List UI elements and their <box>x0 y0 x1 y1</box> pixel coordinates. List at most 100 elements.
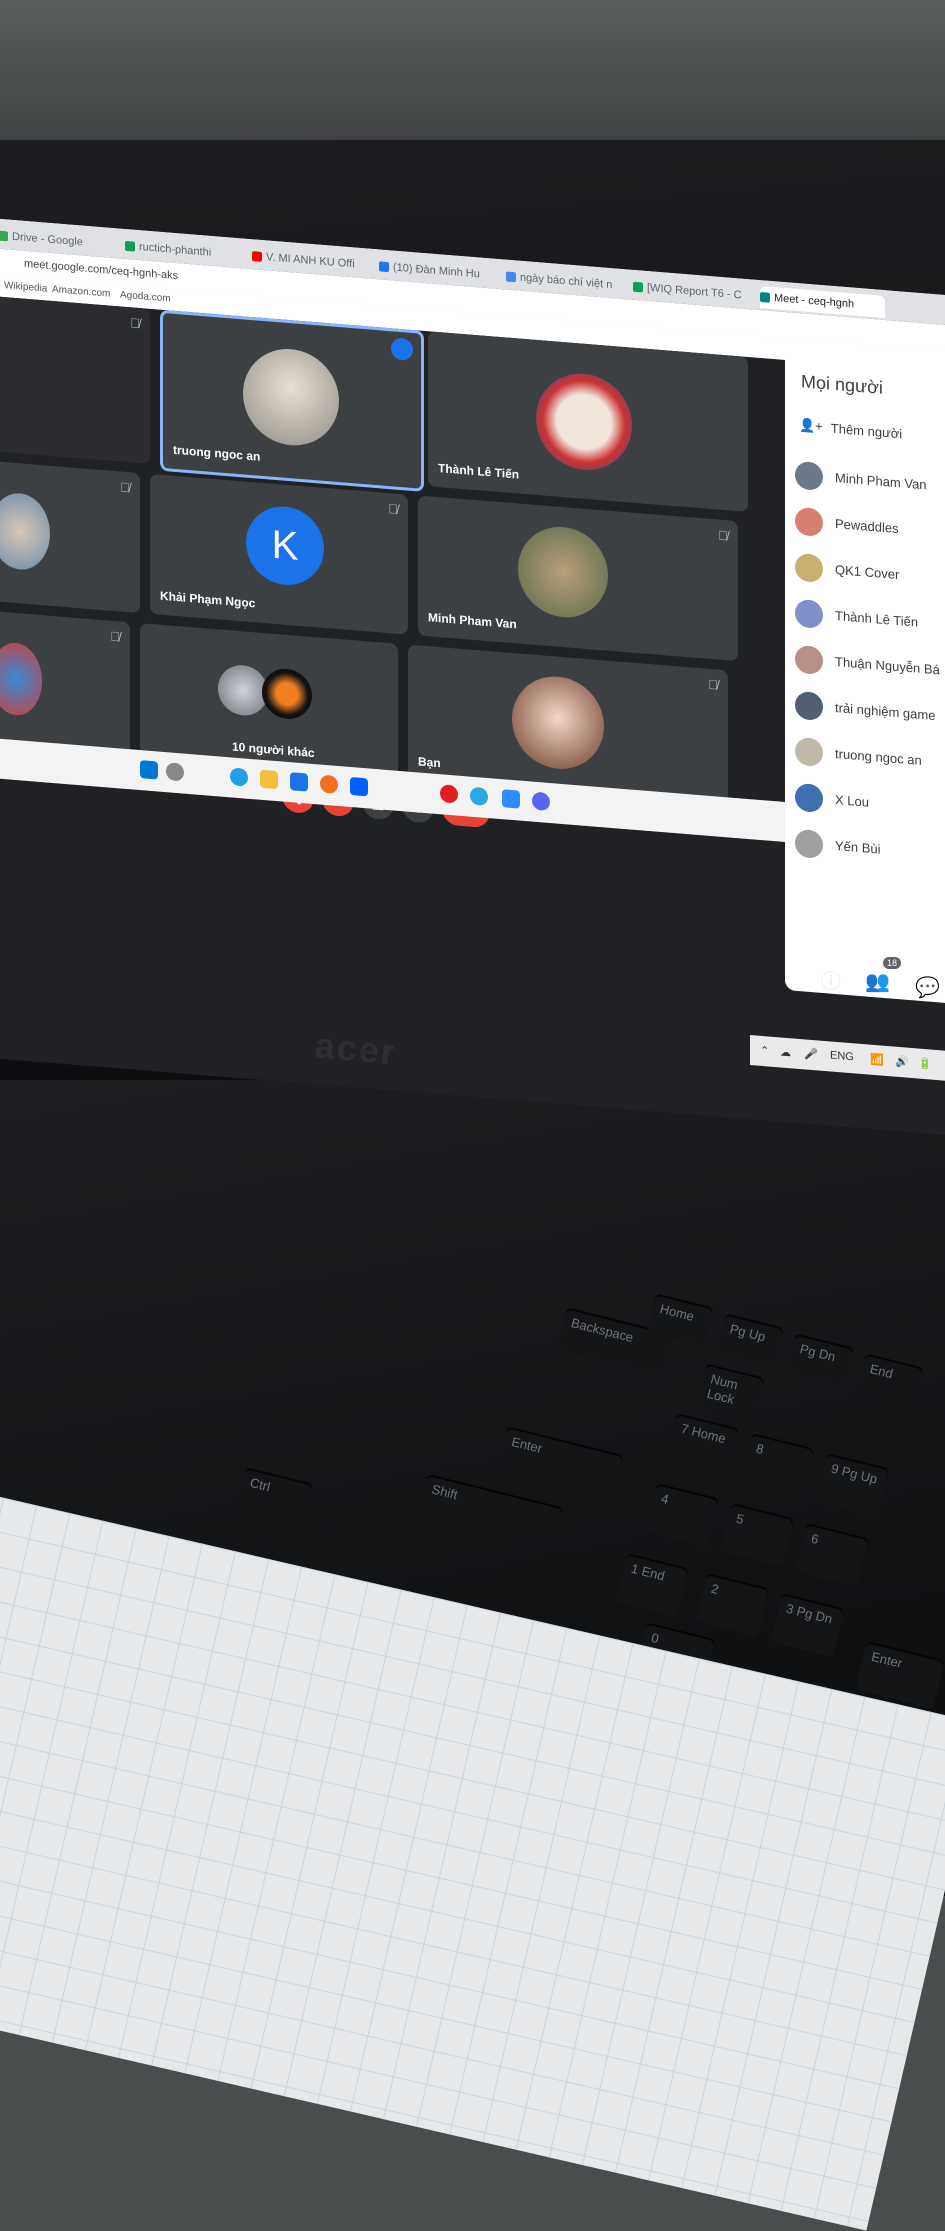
participant-avatar <box>243 345 339 450</box>
participant-avatar <box>795 598 823 630</box>
key-label: 3 Pg Dn <box>784 1600 834 1627</box>
participant-tile[interactable]: Thành Lê Tiến <box>428 331 748 512</box>
key-label: 1 End <box>629 1560 667 1584</box>
tab-label: Meet - ceq-hgnh <box>774 292 855 311</box>
zoom-icon[interactable] <box>502 789 520 809</box>
wifi-icon[interactable]: 📶 <box>870 1053 884 1067</box>
volume-icon[interactable]: 🔊 <box>895 1055 909 1069</box>
people-panel-title: Mọi người <box>801 371 883 398</box>
participant-list-item[interactable]: Yến Bùi 🎙̸ <box>785 824 945 874</box>
participant-tile[interactable]: 🎙̸ K Khải Phạm Ngọc <box>150 473 408 635</box>
participant-name: Khải Phạm Ngọc <box>160 588 256 611</box>
language-indicator[interactable]: ENG <box>830 1049 854 1063</box>
key-label: Enter <box>869 1648 904 1671</box>
participant-avatar <box>262 666 312 721</box>
people-count-badge: 18 <box>883 957 902 969</box>
mic-off-icon: 🎙̸ <box>388 501 398 517</box>
key-label: End <box>868 1361 895 1382</box>
tab-label: Drive - Google <box>12 230 83 249</box>
participant-list-item[interactable]: Thuận Nguyễn Bá 🎙̸ <box>785 640 945 690</box>
bookmark-item[interactable]: Agoda.com <box>120 289 171 304</box>
mic-off-icon: 🎙̸ <box>718 527 728 544</box>
discord-icon[interactable] <box>532 791 550 812</box>
tab-label: ngày báo chí việt n <box>520 271 613 292</box>
participant-name: Thành Lê Tiến <box>438 461 520 482</box>
participant-name: Yến Bùi <box>835 838 881 857</box>
participant-name: Minh Pham Van <box>428 610 517 632</box>
tab-label: (10) Đàn Minh Hu <box>393 261 480 281</box>
tab-favicon <box>379 261 389 273</box>
chevron-up-icon[interactable]: ⌃ <box>760 1044 769 1058</box>
search-icon[interactable] <box>166 762 184 782</box>
messenger-icon[interactable] <box>470 786 488 807</box>
tab-favicon <box>760 291 770 303</box>
key-label: 7 Home <box>679 1420 728 1447</box>
participant-name: truong ngoc an <box>835 746 922 769</box>
participant-list-item[interactable]: trải nghiệm game 🎙̸ <box>785 686 945 736</box>
add-person-icon: 👤+ <box>799 417 823 435</box>
key-label: Shift <box>430 1481 460 1503</box>
file-explorer-icon[interactable] <box>260 769 278 790</box>
key-label: 5 <box>734 1510 746 1528</box>
participant-avatar <box>795 736 823 768</box>
tab-favicon <box>125 240 135 252</box>
speaking-indicator-icon <box>391 337 413 362</box>
participant-list-item[interactable]: Thành Lê Tiến <box>785 594 945 644</box>
tab-favicon <box>252 251 262 262</box>
key-label: Num Lock <box>705 1371 740 1407</box>
mic-off-icon: 🎙̸ <box>130 315 140 332</box>
participant-tile[interactable]: 🎙̸ <box>0 296 150 464</box>
participant-avatar <box>795 506 823 538</box>
bookmark-item[interactable]: Amazon.com <box>52 284 110 300</box>
participant-name: Thành Lê Tiến <box>835 608 919 630</box>
participant-list-item[interactable]: truong ngoc an ● <box>785 732 945 782</box>
participant-tile[interactable]: 🎙̸ <box>0 461 140 614</box>
add-people-button[interactable]: 👤+ Thêm người <box>799 417 902 441</box>
edge-icon[interactable] <box>230 767 248 787</box>
mic-off-icon: 🎙̸ <box>110 628 120 645</box>
participant-tile[interactable]: truong ngoc an <box>160 309 424 492</box>
participant-tile[interactable]: 🎙̸ Minh Pham Van <box>418 495 738 662</box>
tab-favicon <box>0 230 8 242</box>
participant-name: trải nghiệm game <box>835 700 936 724</box>
dropbox-icon[interactable] <box>350 776 368 797</box>
participant-tile[interactable]: 🎙̸ <box>0 611 130 758</box>
tab-favicon <box>633 281 643 293</box>
cloud-icon: ☁ <box>780 1046 791 1060</box>
participant-avatar <box>795 460 823 492</box>
participant-name: 10 người khác <box>232 739 315 761</box>
info-icon[interactable]: ⓘ <box>821 965 841 994</box>
chat-icon[interactable]: 💬 <box>915 975 940 1000</box>
tab-label: ructich-phanthi <box>139 240 212 259</box>
key-label: 0 <box>649 1630 661 1647</box>
key-label: Pg Dn <box>798 1341 838 1365</box>
battery-icon[interactable]: 🔋 <box>918 1057 932 1071</box>
participant-list-item[interactable]: QK1 Cover <box>785 548 945 598</box>
bookmark-item[interactable]: Wikipedia <box>4 280 47 294</box>
key-label: 6 <box>809 1530 821 1548</box>
people-icon[interactable]: 👥 <box>865 969 890 994</box>
participant-list-item[interactable]: Minh Pham Van <box>785 456 945 506</box>
participant-name: QK1 Cover <box>835 562 900 583</box>
mail-icon[interactable] <box>290 772 308 792</box>
participant-avatar <box>795 552 823 584</box>
key-label: 4 <box>659 1490 671 1508</box>
opera-icon[interactable] <box>440 784 458 804</box>
participant-avatar <box>795 782 823 814</box>
mic-off-icon: 🎙̸ <box>120 479 130 496</box>
start-icon[interactable] <box>140 760 158 780</box>
participant-name: Bạn <box>418 754 441 771</box>
tab-favicon <box>506 271 516 283</box>
participant-list-item[interactable]: Pewaddles <box>785 502 945 552</box>
firefox-icon[interactable] <box>320 774 338 794</box>
add-people-label: Thêm người <box>830 420 903 441</box>
key-label: Ctrl <box>248 1474 272 1495</box>
laptop-brand-logo: acer <box>313 1024 399 1073</box>
participant-avatar <box>795 690 823 722</box>
participant-list-item[interactable]: X Lou 🎙̸ <box>785 778 945 828</box>
participant-avatar <box>795 644 823 676</box>
participant-avatar <box>0 641 42 718</box>
participant-avatar <box>512 672 604 773</box>
participant-name: X Lou <box>835 792 869 810</box>
participant-name: Thuận Nguyễn Bá <box>835 654 940 678</box>
